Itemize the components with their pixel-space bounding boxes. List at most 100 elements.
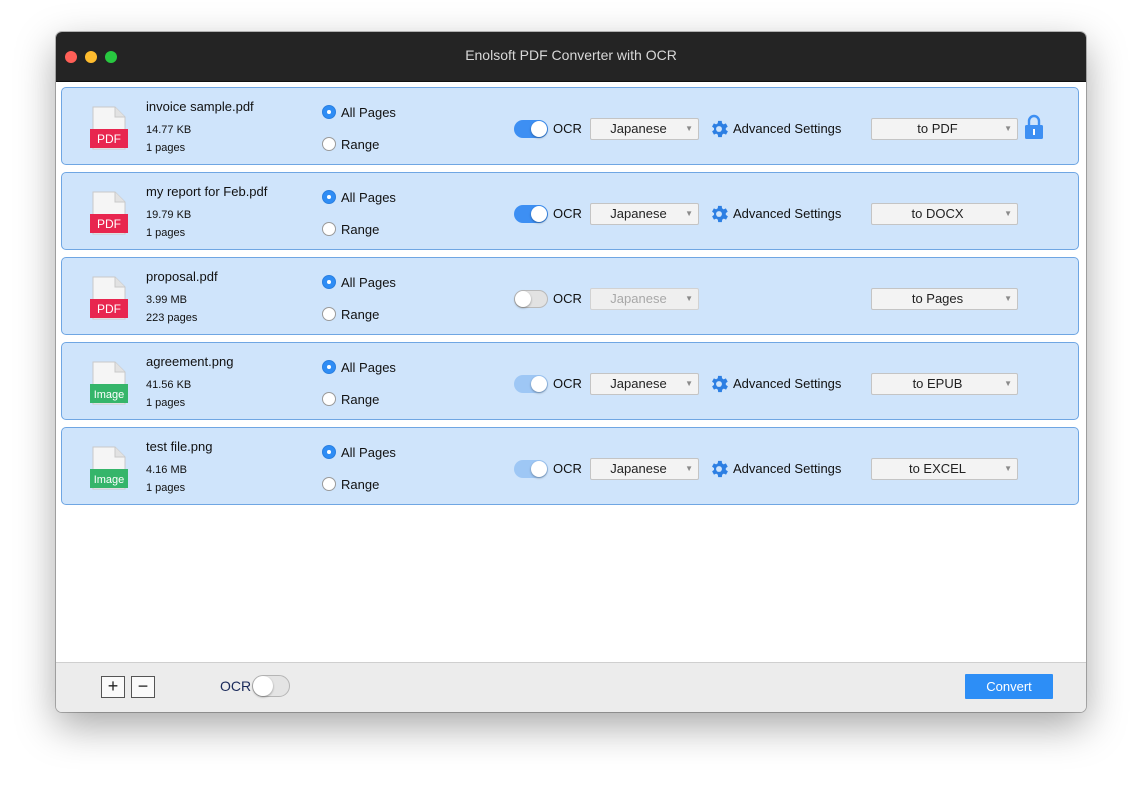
- file-pages: 1 pages: [146, 397, 186, 409]
- chevron-down-icon: ▼: [685, 209, 693, 218]
- all-pages-radio[interactable]: [322, 445, 336, 459]
- file-name: agreement.png: [146, 354, 234, 369]
- ocr-label: OCR: [553, 461, 582, 476]
- chevron-down-icon: ▼: [1004, 294, 1012, 303]
- file-size: 4.16 MB: [146, 464, 187, 476]
- ocr-toggle[interactable]: [514, 120, 548, 138]
- all-pages-label: All Pages: [341, 105, 396, 120]
- file-row[interactable]: PDF proposal.pdf 3.99 MB 223 pages All P…: [61, 257, 1079, 335]
- gear-icon[interactable]: [708, 203, 730, 225]
- ocr-label: OCR: [553, 376, 582, 391]
- gear-icon[interactable]: [708, 373, 730, 395]
- language-value: Japanese: [610, 461, 667, 476]
- add-file-button[interactable]: +: [101, 676, 125, 698]
- pdf-file-icon: PDF: [90, 191, 128, 235]
- advanced-settings-link[interactable]: Advanced Settings: [733, 376, 841, 391]
- language-select[interactable]: Japanese ▼: [590, 118, 699, 140]
- file-name: invoice sample.pdf: [146, 99, 254, 114]
- range-radio[interactable]: [322, 392, 336, 406]
- file-pages: 1 pages: [146, 482, 186, 494]
- range-radio[interactable]: [322, 477, 336, 491]
- file-row[interactable]: Image test file.png 4.16 MB 1 pages All …: [61, 427, 1079, 505]
- ocr-toggle[interactable]: [514, 205, 548, 223]
- format-select[interactable]: to EXCEL ▼: [871, 458, 1018, 480]
- language-value: Japanese: [610, 206, 667, 221]
- all-pages-radio[interactable]: [322, 360, 336, 374]
- all-pages-label: All Pages: [341, 445, 396, 460]
- advanced-settings-link[interactable]: Advanced Settings: [733, 461, 841, 476]
- window-title: Enolsoft PDF Converter with OCR: [465, 47, 677, 63]
- bottom-toolbar: + − OCR Convert: [56, 662, 1086, 712]
- range-label: Range: [341, 222, 380, 237]
- chevron-down-icon: ▼: [685, 379, 693, 388]
- file-name: test file.png: [146, 439, 213, 454]
- image-file-icon: Image: [90, 446, 128, 490]
- all-pages-label: All Pages: [341, 275, 396, 290]
- format-value: to Pages: [911, 291, 964, 306]
- chevron-down-icon: ▼: [685, 464, 693, 473]
- range-label: Range: [341, 137, 380, 152]
- file-type-label: Image: [94, 389, 125, 401]
- file-type-label: PDF: [97, 132, 121, 146]
- range-radio[interactable]: [322, 222, 336, 236]
- range-label: Range: [341, 392, 380, 407]
- range-radio[interactable]: [322, 307, 336, 321]
- format-value: to PDF: [917, 121, 958, 136]
- advanced-settings-link[interactable]: Advanced Settings: [733, 121, 841, 136]
- file-name: my report for Feb.pdf: [146, 184, 268, 199]
- all-pages-radio[interactable]: [322, 105, 336, 119]
- file-row[interactable]: PDF invoice sample.pdf 14.77 KB 1 pages …: [61, 87, 1079, 165]
- file-pages: 1 pages: [146, 142, 186, 154]
- chevron-down-icon: ▼: [1004, 379, 1012, 388]
- gear-icon[interactable]: [708, 118, 730, 140]
- file-type-label: PDF: [97, 302, 121, 316]
- range-label: Range: [341, 307, 380, 322]
- format-select[interactable]: to DOCX ▼: [871, 203, 1018, 225]
- format-value: to DOCX: [911, 206, 964, 221]
- language-select[interactable]: Japanese ▼: [590, 373, 699, 395]
- language-select[interactable]: Japanese ▼: [590, 458, 699, 480]
- convert-button[interactable]: Convert: [965, 674, 1053, 699]
- ocr-label: OCR: [553, 121, 582, 136]
- image-file-icon: Image: [90, 361, 128, 405]
- range-label: Range: [341, 477, 380, 492]
- format-value: to EPUB: [912, 376, 963, 391]
- format-select[interactable]: to Pages ▼: [871, 288, 1018, 310]
- file-pages: 1 pages: [146, 227, 186, 239]
- format-select[interactable]: to EPUB ▼: [871, 373, 1018, 395]
- pdf-file-icon: PDF: [90, 276, 128, 320]
- file-size: 14.77 KB: [146, 124, 192, 136]
- chevron-down-icon: ▼: [1004, 124, 1012, 133]
- all-pages-radio[interactable]: [322, 275, 336, 289]
- file-name: proposal.pdf: [146, 269, 218, 284]
- format-value: to EXCEL: [908, 461, 967, 476]
- app-window: Enolsoft PDF Converter with OCR PDF invo…: [56, 32, 1086, 712]
- chevron-down-icon: ▼: [685, 294, 693, 303]
- file-size: 19.79 KB: [146, 209, 192, 221]
- file-row[interactable]: Image agreement.png 41.56 KB 1 pages All…: [61, 342, 1079, 420]
- ocr-label: OCR: [553, 291, 582, 306]
- file-list: PDF invoice sample.pdf 14.77 KB 1 pages …: [56, 82, 1086, 662]
- advanced-settings-link[interactable]: Advanced Settings: [733, 206, 841, 221]
- chevron-down-icon: ▼: [1004, 464, 1012, 473]
- all-pages-radio[interactable]: [322, 190, 336, 204]
- ocr-toggle[interactable]: [514, 290, 548, 308]
- language-select[interactable]: Japanese ▼: [590, 203, 699, 225]
- language-select: Japanese ▼: [590, 288, 699, 310]
- language-value: Japanese: [610, 376, 667, 391]
- format-select[interactable]: to PDF ▼: [871, 118, 1018, 140]
- lock-icon[interactable]: [1024, 114, 1044, 140]
- title-bar: Enolsoft PDF Converter with OCR: [56, 32, 1086, 82]
- global-ocr-toggle[interactable]: [252, 675, 290, 697]
- remove-file-button[interactable]: −: [131, 676, 155, 698]
- file-type-label: Image: [94, 474, 125, 486]
- ocr-label: OCR: [553, 206, 582, 221]
- file-row[interactable]: PDF my report for Feb.pdf 19.79 KB 1 pag…: [61, 172, 1079, 250]
- range-radio[interactable]: [322, 137, 336, 151]
- gear-icon[interactable]: [708, 458, 730, 480]
- ocr-toggle: [514, 375, 548, 393]
- file-pages: 223 pages: [146, 312, 198, 324]
- file-size: 41.56 KB: [146, 379, 192, 391]
- chevron-down-icon: ▼: [1004, 209, 1012, 218]
- pdf-file-icon: PDF: [90, 106, 128, 150]
